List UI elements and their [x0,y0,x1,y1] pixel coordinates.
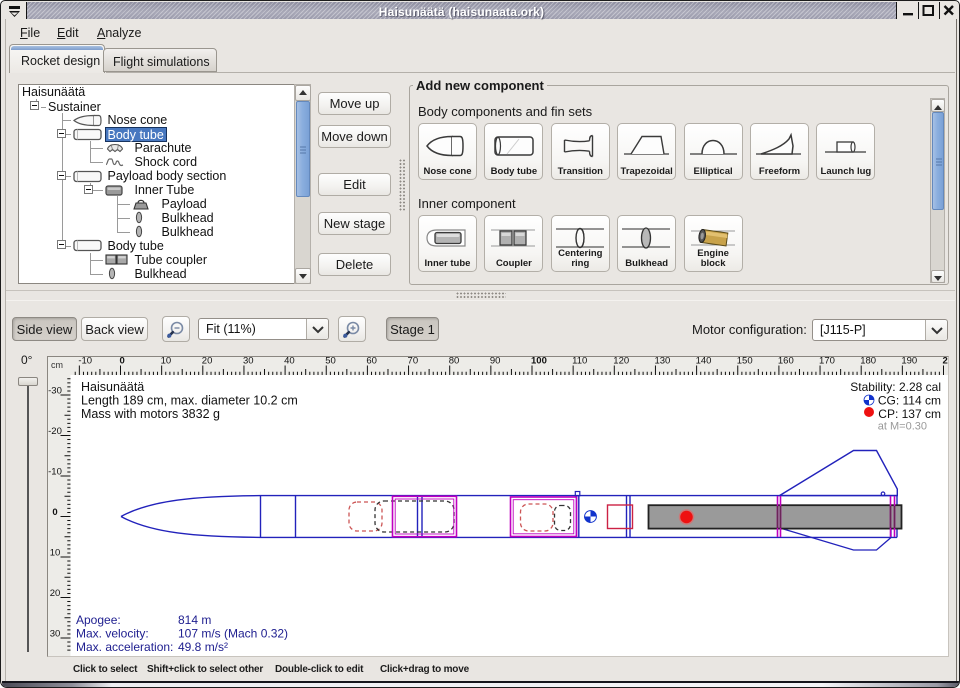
svg-text:150: 150 [737,357,753,367]
svg-text:90: 90 [490,357,501,367]
svg-text:Mass with motors 3832 g: Mass with motors 3832 g [81,407,220,421]
svg-text:140: 140 [696,357,712,367]
svg-text:Stability: 2.28 cal: Stability: 2.28 cal [850,380,941,394]
svg-text:20: 20 [202,357,213,367]
svg-text:60: 60 [366,357,377,367]
svg-text:30: 30 [243,357,254,367]
svg-text:40: 40 [284,357,295,367]
svg-text:814 m: 814 m [178,613,211,627]
svg-text:0: 0 [120,357,125,367]
svg-text:107 m/s (Mach 0.32): 107 m/s (Mach 0.32) [178,627,288,641]
svg-text:180: 180 [860,357,876,367]
svg-text:Length 189 cm, max. diameter 1: Length 189 cm, max. diameter 10.2 cm [81,394,298,408]
svg-text:120: 120 [613,357,629,367]
svg-text:110: 110 [572,357,587,367]
svg-text:cm: cm [51,360,63,370]
svg-text:130: 130 [654,357,670,367]
svg-text:160: 160 [778,357,794,367]
svg-text:-20: -20 [48,426,62,437]
svg-text:20: 20 [50,588,61,599]
svg-text:170: 170 [819,357,835,367]
svg-text:-30: -30 [48,386,62,397]
svg-text:30: 30 [50,629,61,640]
svg-text:at M=0.30: at M=0.30 [878,421,927,433]
svg-text:190: 190 [901,357,917,367]
svg-text:200: 200 [943,357,949,367]
svg-text:49.8 m/s²: 49.8 m/s² [178,640,228,654]
svg-text:80: 80 [449,357,460,367]
svg-text:0: 0 [52,507,57,518]
svg-text:50: 50 [325,357,336,367]
svg-text:Max. velocity:: Max. velocity: [76,627,149,641]
svg-text:Apogee:: Apogee: [76,613,121,627]
svg-text:Max. acceleration:: Max. acceleration: [76,640,173,654]
svg-text:CP: 137 cm: CP: 137 cm [878,407,941,421]
svg-text:Haisunäätä: Haisunäätä [81,380,144,394]
svg-text:10: 10 [50,548,61,559]
svg-text:-10: -10 [48,467,62,478]
svg-text:100: 100 [531,357,547,367]
svg-text:-10: -10 [78,357,92,367]
svg-text:10: 10 [161,357,172,367]
svg-text:CG: 114 cm: CG: 114 cm [878,394,941,408]
svg-text:70: 70 [408,357,419,367]
